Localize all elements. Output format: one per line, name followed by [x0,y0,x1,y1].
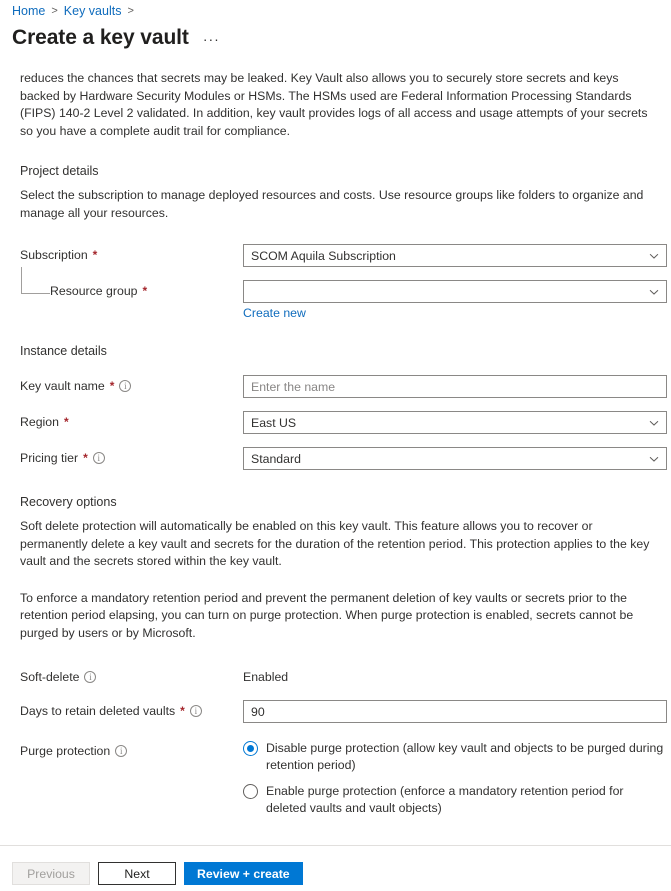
radio-option-enable-purge-protection[interactable]: Enable purge protection (enforce a manda… [243,783,667,816]
days-to-retain-input[interactable]: 90 [243,700,667,723]
label-purge-protection-text: Purge protection [20,744,110,758]
label-resource-group: Resource group * [20,280,243,298]
pricing-tier-value: Standard [251,452,301,466]
breadcrumb-separator-icon: > [127,5,133,17]
required-asterisk: * [180,704,185,718]
more-options-icon[interactable]: ··· [203,32,220,46]
radio-option-disable-purge-protection[interactable]: Disable purge protection (allow key vaul… [243,740,667,773]
subscription-value: SCOM Aquila Subscription [251,249,396,263]
label-pricing-tier: Pricing tier * i [20,447,243,465]
radio-button-selected-icon[interactable] [243,741,258,756]
region-value: East US [251,416,296,430]
create-new-resource-group-link[interactable]: Create new [243,306,306,320]
info-icon[interactable]: i [115,745,127,757]
breadcrumb-item-key-vaults[interactable]: Key vaults [64,4,122,18]
label-soft-delete-text: Soft-delete [20,670,79,684]
create-key-vault-page: Home > Key vaults > Create a key vault ·… [0,0,671,891]
radio-label-enable-purge-protection: Enable purge protection (enforce a manda… [266,783,666,816]
label-purge-protection: Purge protection i [20,740,243,758]
field-key-vault-name: Enter the name [243,375,667,398]
radio-button-unselected-icon[interactable] [243,784,258,799]
label-pricing-tier-text: Pricing tier [20,451,78,465]
info-icon[interactable]: i [190,705,202,717]
label-region-text: Region [20,415,59,429]
field-subscription: SCOM Aquila Subscription [243,244,667,267]
section-heading-instance-details: Instance details [0,344,671,358]
section-heading-project-details: Project details [0,164,671,178]
required-asterisk: * [83,451,88,465]
field-region: East US [243,411,667,434]
resource-group-dropdown[interactable] [243,280,667,303]
chevron-down-icon [649,287,659,297]
footer-divider [0,845,671,846]
intro-paragraph: reduces the chances that secrets may be … [0,70,660,140]
review-create-button[interactable]: Review + create [184,862,303,885]
label-days-to-retain: Days to retain deleted vaults * i [20,700,243,718]
field-row-pricing-tier: Pricing tier * i Standard [0,447,671,470]
breadcrumb: Home > Key vaults > [12,4,134,18]
field-row-key-vault-name: Key vault name * i Enter the name [0,375,671,398]
recovery-paragraph-1: Soft delete protection will automaticall… [0,518,660,571]
label-resource-group-text: Resource group [50,284,138,298]
field-purge-protection: Disable purge protection (allow key vaul… [243,740,667,816]
field-row-soft-delete: Soft-delete i Enabled [0,666,671,684]
field-days-to-retain: 90 [243,700,667,723]
field-pricing-tier: Standard [243,447,667,470]
chevron-down-icon [649,454,659,464]
required-asterisk: * [93,248,98,262]
field-soft-delete: Enabled [243,666,667,684]
label-soft-delete: Soft-delete i [20,666,243,684]
previous-button[interactable]: Previous [12,862,90,885]
subscription-dropdown[interactable]: SCOM Aquila Subscription [243,244,667,267]
label-key-vault-name: Key vault name * i [20,375,243,393]
chevron-down-icon [649,418,659,428]
label-region: Region * [20,411,243,429]
label-subscription: Subscription * [20,244,243,262]
pricing-tier-dropdown[interactable]: Standard [243,447,667,470]
project-details-description: Select the subscription to manage deploy… [0,187,660,222]
footer-actions: Previous Next Review + create [12,862,303,885]
field-row-purge-protection: Purge protection i Disable purge protect… [0,740,671,816]
field-resource-group: Create new [243,280,667,322]
label-key-vault-name-text: Key vault name [20,379,105,393]
breadcrumb-item-home[interactable]: Home [12,4,45,18]
breadcrumb-separator-icon: > [51,5,57,17]
recovery-paragraph-2: To enforce a mandatory retention period … [0,590,660,643]
title-row: Create a key vault ··· [12,26,220,50]
form-content: reduces the chances that secrets may be … [0,70,671,816]
chevron-down-icon [649,251,659,261]
label-days-to-retain-text: Days to retain deleted vaults [20,704,175,718]
info-icon[interactable]: i [93,452,105,464]
section-heading-recovery-options: Recovery options [0,495,671,509]
field-row-subscription: Subscription * SCOM Aquila Subscription [0,244,671,267]
field-row-region: Region * East US [0,411,671,434]
label-subscription-text: Subscription [20,248,88,262]
soft-delete-value: Enabled [243,666,667,684]
radio-label-disable-purge-protection: Disable purge protection (allow key vaul… [266,740,666,773]
required-asterisk: * [143,284,148,298]
required-asterisk: * [110,379,115,393]
purge-protection-radio-group: Disable purge protection (allow key vaul… [243,740,667,816]
field-row-days-to-retain: Days to retain deleted vaults * i 90 [0,700,671,723]
next-button[interactable]: Next [98,862,176,885]
info-icon[interactable]: i [84,671,96,683]
region-dropdown[interactable]: East US [243,411,667,434]
page-title: Create a key vault [12,26,189,50]
field-row-resource-group: Resource group * Create new [0,280,671,322]
required-asterisk: * [64,415,69,429]
key-vault-name-input[interactable]: Enter the name [243,375,667,398]
info-icon[interactable]: i [119,380,131,392]
